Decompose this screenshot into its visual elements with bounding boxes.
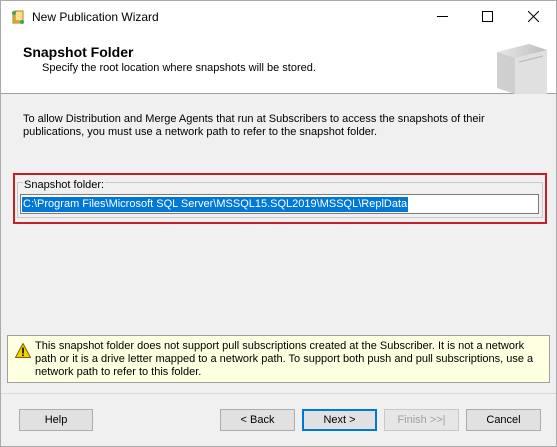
maximize-button[interactable]	[465, 1, 510, 32]
title-bar[interactable]: New Publication Wizard	[1, 1, 556, 32]
cancel-button[interactable]: Cancel	[466, 409, 541, 431]
minimize-button[interactable]	[420, 1, 465, 32]
window-title: New Publication Wizard	[32, 10, 159, 24]
help-button[interactable]: Help	[19, 409, 93, 431]
page-title: Snapshot Folder	[23, 44, 134, 60]
page-subtitle: Specify the root location where snapshot…	[42, 62, 316, 74]
warning-icon	[15, 343, 31, 358]
wizard-header: Snapshot Folder Specify the root locatio…	[1, 32, 556, 94]
maximize-icon	[482, 11, 493, 22]
footer-separator	[1, 393, 556, 394]
close-button[interactable]	[511, 1, 556, 32]
finish-button[interactable]: Finish >>|	[384, 409, 459, 431]
description-text: To allow Distribution and Merge Agents t…	[23, 113, 485, 138]
wizard-window: New Publication Wizard Snapshot Folder S…	[0, 0, 557, 447]
minimize-icon	[437, 16, 448, 17]
close-icon	[528, 11, 539, 22]
warning-text: This snapshot folder does not support pu…	[35, 340, 534, 378]
book-graphic-icon	[497, 44, 547, 94]
warning-panel: This snapshot folder does not support pu…	[7, 335, 550, 383]
next-button[interactable]: Next >	[302, 409, 377, 431]
highlight-annotation-box	[13, 173, 547, 224]
wizard-app-icon	[10, 9, 26, 25]
back-button[interactable]: < Back	[220, 409, 295, 431]
